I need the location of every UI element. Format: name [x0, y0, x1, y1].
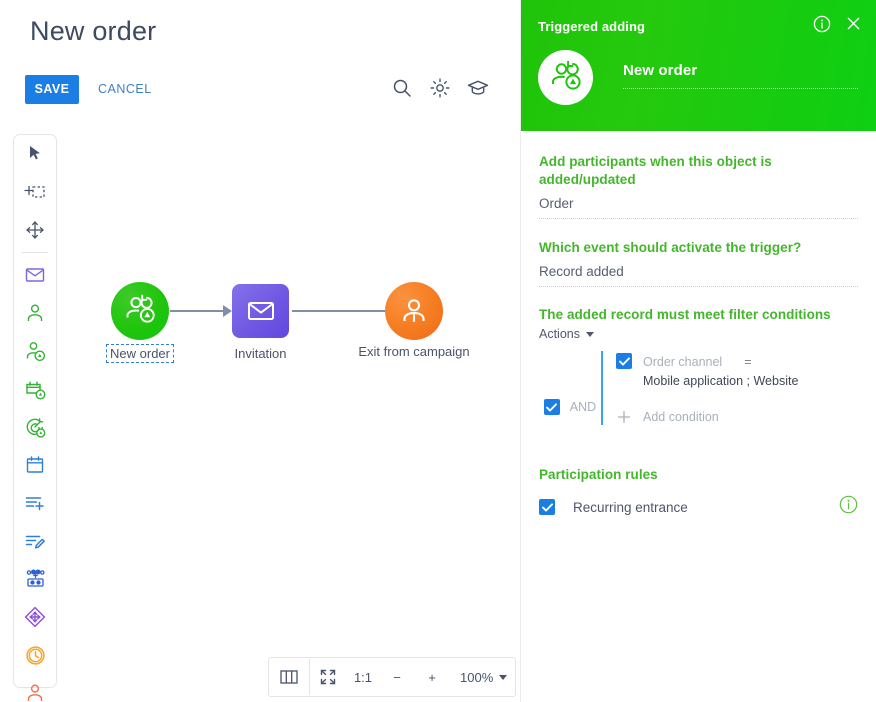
info-icon[interactable] — [813, 15, 831, 38]
filter-section: The added record must meet filter condit… — [539, 307, 858, 425]
filter-conditions-list: Order channel = Mobile application ; Webs… — [601, 351, 858, 425]
add-task-element[interactable] — [14, 484, 56, 522]
participation-rules-section: Participation rules Recurring entrance — [539, 467, 858, 519]
condition-row: Order channel = Mobile application ; Webs… — [616, 351, 858, 391]
fit-screen-icon[interactable] — [310, 659, 346, 695]
panel-body: Add participants when this object is add… — [521, 131, 876, 519]
connector-line — [170, 310, 225, 312]
condition-value[interactable]: Mobile application ; Website — [643, 372, 798, 391]
wait-element[interactable] — [14, 636, 56, 674]
filter-group: AND Order channel = Mobile application ; … — [539, 351, 858, 425]
node-shape[interactable] — [111, 282, 169, 340]
and-operator-label[interactable]: AND — [570, 400, 596, 414]
check-icon — [618, 356, 630, 366]
field-object: Add participants when this object is add… — [539, 153, 858, 219]
pan-tool[interactable] — [14, 211, 56, 249]
condition-operator[interactable]: = — [744, 353, 751, 372]
trigger-event-select[interactable]: Record added — [539, 264, 858, 287]
header-icon-group — [390, 76, 490, 100]
add-condition-label: Add condition — [643, 410, 719, 424]
panel-header-identity: New order — [538, 50, 858, 105]
pointer-tool[interactable] — [14, 135, 56, 173]
columns-icon[interactable] — [269, 659, 309, 695]
condition-checkbox[interactable] — [616, 353, 632, 369]
element-settings-panel: Triggered adding New order Add participa… — [520, 0, 876, 702]
palette-divider — [22, 252, 48, 253]
panel-header-actions — [813, 15, 862, 38]
field-label: Which event should activate the trigger? — [539, 240, 802, 255]
node-shape[interactable] — [385, 282, 443, 340]
edit-list-element[interactable] — [14, 522, 56, 560]
plus-icon — [616, 409, 632, 425]
timer-date-element[interactable] — [14, 446, 56, 484]
panel-title-underline — [623, 88, 858, 89]
triggered-adding-element[interactable] — [14, 332, 56, 370]
panel-title-wrap[interactable]: New order — [623, 62, 858, 89]
recurring-entrance-checkbox[interactable] — [539, 499, 555, 515]
person-icon — [403, 299, 425, 323]
rule-row: Recurring entrance — [539, 495, 858, 519]
save-button[interactable]: SAVE — [25, 75, 79, 104]
zoom-in-button[interactable]: + — [414, 659, 450, 695]
zoom-toolbar: 1:1 − + 100% — [268, 657, 517, 697]
node-new-order[interactable]: New order — [106, 282, 174, 363]
filter-group-operator: AND — [539, 351, 601, 425]
node-label[interactable]: Invitation — [234, 346, 286, 361]
email-element[interactable] — [14, 256, 56, 294]
person-refresh-icon — [552, 60, 581, 90]
node-label[interactable]: Exit from campaign — [358, 344, 469, 359]
panel-title: New order — [623, 62, 698, 79]
zoom-level-dropdown[interactable]: 100% — [450, 659, 515, 695]
add-selection-tool[interactable] — [14, 173, 56, 211]
zoom-level-value: 100% — [460, 669, 494, 685]
campaign-canvas[interactable]: New order Invitation Exit from campaign — [70, 134, 520, 702]
chevron-down-icon — [499, 674, 508, 680]
group-checkbox[interactable] — [543, 399, 560, 415]
object-select[interactable]: Order — [539, 196, 858, 219]
case-element[interactable] — [14, 560, 56, 598]
check-icon — [546, 402, 558, 412]
add-condition-button[interactable]: Add condition — [616, 409, 858, 425]
goal-element[interactable] — [14, 408, 56, 446]
condition-field[interactable]: Order channel — [643, 355, 722, 369]
exit-element[interactable] — [14, 674, 56, 702]
audience-element[interactable] — [14, 294, 56, 332]
panel-header-topbar: Triggered adding — [538, 15, 862, 38]
node-exit-from-campaign[interactable]: Exit from campaign — [358, 282, 470, 359]
connector-line — [292, 310, 389, 312]
main-area: New order SAVE CANCEL New order Invitati… — [0, 0, 520, 702]
filter-section-label: The added record must meet filter condit… — [539, 307, 831, 322]
scheduled-adding-element[interactable] — [14, 370, 56, 408]
chevron-down-icon — [586, 331, 594, 337]
condition-element[interactable] — [14, 598, 56, 636]
page-title: New order — [30, 16, 157, 46]
participation-section-label: Participation rules — [539, 467, 658, 482]
recurring-entrance-label: Recurring entrance — [573, 499, 688, 515]
panel-kind-label: Triggered adding — [538, 18, 646, 34]
campaign-designer-screen: New order SAVE CANCEL New order Invitati… — [0, 0, 876, 702]
node-label[interactable]: New order — [106, 344, 174, 363]
filter-actions-label: Actions — [539, 327, 580, 341]
connector-arrow — [223, 305, 232, 317]
filter-actions-dropdown[interactable]: Actions — [539, 327, 858, 341]
node-shape[interactable] — [232, 284, 289, 338]
zoom-out-button[interactable]: − — [380, 659, 414, 695]
condition-expression: Order channel = Mobile application ; Webs… — [643, 353, 798, 391]
field-label: Add participants when this object is add… — [539, 154, 772, 187]
node-invitation[interactable]: Invitation — [232, 284, 289, 361]
cancel-button[interactable]: CANCEL — [98, 75, 152, 104]
envelope-icon — [247, 302, 274, 320]
graduation-cap-icon[interactable] — [466, 76, 490, 100]
avatar — [538, 50, 593, 105]
gear-icon[interactable] — [428, 76, 452, 100]
person-refresh-icon — [126, 294, 155, 323]
check-icon — [541, 502, 553, 512]
zoom-1-to-1-button[interactable]: 1:1 — [346, 659, 380, 695]
panel-header: Triggered adding New order — [521, 0, 876, 131]
element-palette — [13, 134, 57, 701]
search-icon[interactable] — [390, 76, 414, 100]
info-icon[interactable] — [839, 495, 858, 519]
field-trigger-event: Which event should activate the trigger?… — [539, 239, 858, 287]
close-icon[interactable] — [845, 15, 862, 37]
